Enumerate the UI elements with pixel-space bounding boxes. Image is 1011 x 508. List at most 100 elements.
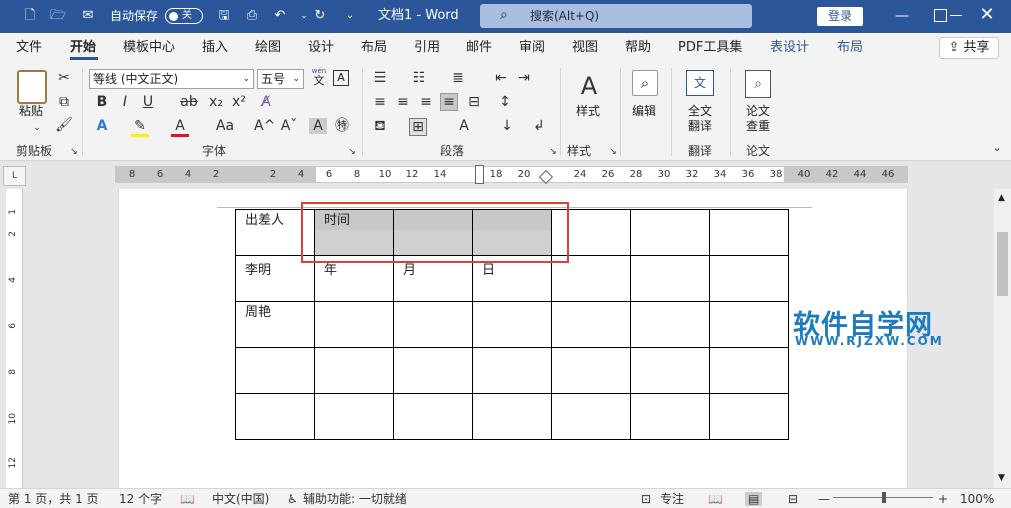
find-icon[interactable]: ⌕ xyxy=(632,70,658,96)
tab-mailings[interactable]: 邮件 xyxy=(466,40,492,56)
tab-references[interactable]: 引用 xyxy=(414,40,440,56)
accessibility-icon[interactable]: ♿ xyxy=(287,492,298,506)
sort-icon[interactable]: ↓ xyxy=(498,118,516,134)
change-case-icon[interactable]: Aa xyxy=(210,118,240,134)
indent-marker[interactable] xyxy=(475,165,484,184)
font-launcher-icon[interactable]: ↘ xyxy=(343,144,361,160)
align-right-icon[interactable]: ≡ xyxy=(417,94,435,110)
autosave-toggle[interactable]: 关 xyxy=(165,8,203,24)
phonetic-guide-button[interactable]: wén 文 xyxy=(310,67,328,89)
vertical-ruler[interactable]: 1 2 4 6 8 10 12 xyxy=(6,189,23,488)
styles-icon[interactable]: A xyxy=(575,72,603,100)
redo-icon[interactable]: ↻ xyxy=(312,8,328,24)
accessibility-status[interactable]: 辅助功能: 一切就绪 xyxy=(303,492,407,506)
tab-table-design[interactable]: 表设计 xyxy=(770,40,809,56)
table-cell[interactable] xyxy=(630,301,710,348)
italic-icon[interactable]: I xyxy=(116,94,134,110)
language-status[interactable]: 中文(中国) xyxy=(212,492,269,506)
table-cell[interactable] xyxy=(630,255,710,302)
table-cell[interactable] xyxy=(472,393,552,440)
paste-icon[interactable] xyxy=(17,70,47,104)
read-mode-icon[interactable]: 📖 xyxy=(708,492,723,506)
show-marks-icon[interactable]: ↲ xyxy=(530,118,548,134)
tab-insert[interactable]: 插入 xyxy=(202,40,228,56)
table-cell[interactable] xyxy=(709,347,789,394)
underline-icon[interactable]: U xyxy=(139,94,157,110)
table-cell[interactable] xyxy=(709,209,789,256)
clipboard-launcher-icon[interactable]: ↘ xyxy=(65,144,83,160)
tab-template-center[interactable]: 模板中心 xyxy=(123,40,175,56)
save-icon[interactable]: 🖫 xyxy=(216,8,232,24)
editing-label[interactable]: 编辑 xyxy=(632,104,656,118)
share-button[interactable]: ⇪ 共享 xyxy=(939,37,999,59)
char-border-icon[interactable]: A xyxy=(333,70,349,86)
chinese-layout-icon[interactable]: A xyxy=(455,118,473,134)
superscript-icon[interactable]: x² xyxy=(230,94,248,110)
word-count[interactable]: 12 个字 xyxy=(119,492,162,506)
font-size-combo[interactable]: 五号 ⌄ xyxy=(257,69,304,89)
table-cell[interactable] xyxy=(709,393,789,440)
web-layout-icon[interactable]: ⊟ xyxy=(788,492,798,506)
tab-review[interactable]: 审阅 xyxy=(519,40,545,56)
bold-icon[interactable]: B xyxy=(93,94,111,110)
search-box[interactable]: ⌕ 搜索(Alt+Q) xyxy=(480,4,752,28)
numbering-icon[interactable]: ☷ xyxy=(410,70,428,86)
table-cell[interactable] xyxy=(393,347,473,394)
zoom-level[interactable]: 100% xyxy=(960,492,994,506)
line-spacing-icon[interactable]: ↕ xyxy=(496,94,514,110)
enclose-char-icon[interactable]: ㊕ xyxy=(333,118,351,134)
translate-label-1[interactable]: 全文 xyxy=(688,104,712,118)
tab-design[interactable]: 设计 xyxy=(308,40,334,56)
table-cell[interactable] xyxy=(551,393,631,440)
paste-dropdown-icon[interactable]: ⌄ xyxy=(28,120,46,136)
scrollbar-thumb[interactable] xyxy=(997,232,1008,296)
tab-draw[interactable]: 绘图 xyxy=(255,40,281,56)
tab-table-layout[interactable]: 布局 xyxy=(837,40,863,56)
page-count[interactable]: 第 1 页，共 1 页 xyxy=(8,492,99,506)
scroll-down-icon[interactable]: ▼ xyxy=(998,473,1005,483)
tab-pdf-tools[interactable]: PDF工具集 xyxy=(678,40,742,56)
table-cell[interactable] xyxy=(551,301,631,348)
zoom-in-icon[interactable]: + xyxy=(938,492,948,506)
table-cell[interactable] xyxy=(630,347,710,394)
zoom-slider-thumb[interactable] xyxy=(882,492,886,503)
table-cell[interactable] xyxy=(314,393,394,440)
tab-file[interactable]: 文件 xyxy=(16,40,42,56)
paper-check-icon[interactable]: ⌕ xyxy=(745,70,771,98)
copy-icon[interactable]: ⧉ xyxy=(55,94,73,110)
multilevel-list-icon[interactable]: ≣ xyxy=(449,70,467,86)
horizontal-ruler[interactable]: 8 6 4 2 2 4 6 8 10 12 14 18 20 24 26 28 … xyxy=(115,165,908,185)
paper-label-2[interactable]: 查重 xyxy=(746,119,770,133)
undo-dropdown-icon[interactable]: ⌄ xyxy=(296,8,312,24)
tab-help[interactable]: 帮助 xyxy=(625,40,651,56)
tab-layout[interactable]: 布局 xyxy=(361,40,387,56)
decrease-indent-icon[interactable]: ⇤ xyxy=(492,70,510,86)
table-cell[interactable] xyxy=(551,347,631,394)
font-name-combo[interactable]: 等线 (中文正文) ⌄ xyxy=(89,69,254,89)
char-shading-icon[interactable]: A xyxy=(309,118,327,134)
grow-font-icon[interactable]: A^ xyxy=(254,118,275,134)
styles-label[interactable]: 样式 xyxy=(576,104,600,118)
focus-label[interactable]: 专注 xyxy=(660,492,684,506)
bullets-icon[interactable]: ☰ xyxy=(371,70,389,86)
shading-icon[interactable]: ⛾ xyxy=(371,118,389,134)
clear-formatting-icon[interactable]: A̸ xyxy=(257,94,275,110)
table-cell[interactable] xyxy=(630,209,710,256)
zoom-out-icon[interactable]: — xyxy=(818,492,830,506)
mail-icon[interactable]: ✉ xyxy=(80,8,96,24)
table-cell[interactable]: 周艳 xyxy=(235,301,315,348)
align-left-icon[interactable]: ≡ xyxy=(371,94,389,110)
tab-home[interactable]: 开始 xyxy=(70,40,96,56)
customize-toolbar-icon[interactable]: ⌄ xyxy=(342,8,358,24)
focus-icon[interactable]: ⊡ xyxy=(641,492,651,506)
minimize-button[interactable]: — xyxy=(894,8,910,24)
cut-icon[interactable]: ✂ xyxy=(55,70,73,86)
table-cell[interactable] xyxy=(393,301,473,348)
open-folder-icon[interactable]: 🗁 xyxy=(50,8,66,24)
text-effects-icon[interactable]: A xyxy=(93,118,111,134)
table-column-marker[interactable] xyxy=(538,169,554,185)
translate-label-2[interactable]: 翻译 xyxy=(688,119,712,133)
paper-label-1[interactable]: 论文 xyxy=(746,104,770,118)
scroll-up-icon[interactable]: ▲ xyxy=(998,193,1005,203)
table-cell[interactable] xyxy=(314,301,394,348)
